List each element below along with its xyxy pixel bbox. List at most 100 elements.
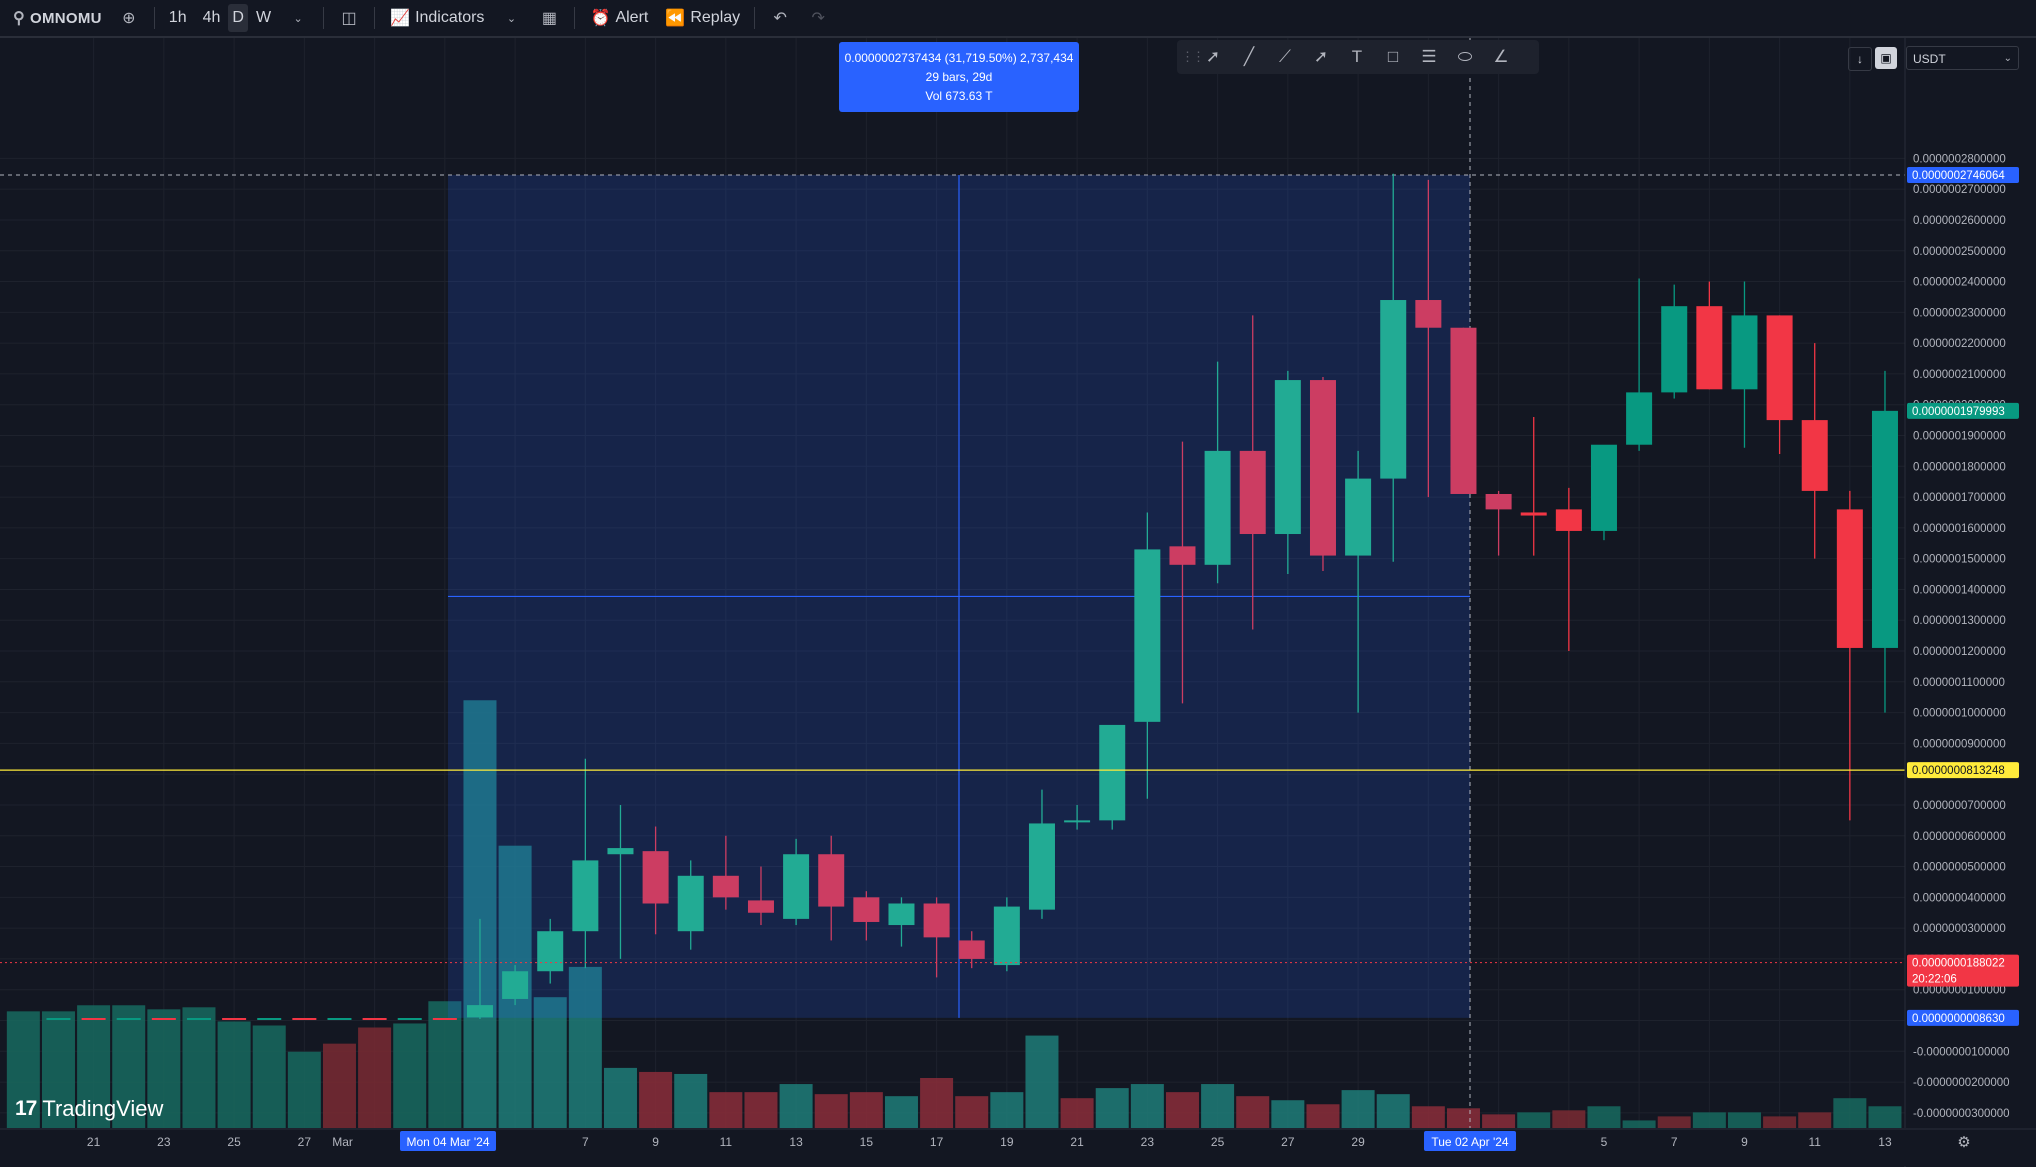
undo-button[interactable]: ↶ bbox=[761, 0, 799, 36]
indicators-label: Indicators bbox=[415, 9, 485, 26]
chevron-down-icon: ⌄ bbox=[293, 12, 303, 25]
time-tick-label: 5 bbox=[1601, 1135, 1608, 1149]
add-circle-icon: ⊕ bbox=[122, 10, 136, 27]
volume-bar bbox=[322, 1043, 356, 1129]
currency-select[interactable]: USDT ⌄ bbox=[1906, 46, 2019, 70]
price-tick-label: 0.0000002200000 bbox=[1913, 338, 2006, 350]
tv-logo-icon: 17 bbox=[15, 1097, 37, 1120]
toolbar-divider bbox=[754, 7, 756, 29]
price-tick-label: 0.0000000700000 bbox=[1913, 800, 2006, 812]
scroll-to-realtime-button[interactable]: ↓ bbox=[1848, 47, 1872, 71]
grid-layout-icon: ▦ bbox=[541, 10, 557, 27]
time-tick-label: 23 bbox=[157, 1135, 171, 1149]
toggle-square-icon: ▣ bbox=[1880, 51, 1892, 65]
candle-body bbox=[1731, 315, 1758, 390]
volume-bar bbox=[1587, 1106, 1621, 1129]
toolbar-divider bbox=[323, 7, 325, 29]
price-tick-label: 0.0000000600000 bbox=[1913, 831, 2006, 843]
volume-bar bbox=[1236, 1096, 1270, 1129]
time-axis[interactable]: 21 23 25 27 Mar 7 9 11 13 15 17 19 21 23 25 27 29 5 7 9 11 13… bbox=[0, 1128, 2036, 1166]
candle-body bbox=[923, 903, 950, 938]
price-tick-label: 0.0000002100000 bbox=[1913, 369, 2006, 381]
interval-4h-button[interactable]: 4h bbox=[195, 0, 229, 36]
interval-w-button[interactable]: W bbox=[248, 0, 279, 36]
tradingview-logo[interactable]: 17 TradingView bbox=[15, 1096, 163, 1122]
price-tick-label: 0.0000002800000 bbox=[1913, 153, 2006, 165]
price-tick-label: 0.0000002400000 bbox=[1913, 277, 2006, 289]
measure-bars-count: 29 bars, 29d bbox=[925, 70, 993, 84]
candle-body bbox=[888, 903, 915, 926]
candle-body bbox=[607, 848, 634, 855]
volume-bar bbox=[1552, 1110, 1586, 1129]
volume-bar bbox=[1517, 1112, 1551, 1129]
price-axis[interactable]: 0.0000002800000 0.0000002700000 0.00000026… bbox=[1904, 38, 2036, 1167]
volume-bar bbox=[1868, 1106, 1902, 1129]
interval-d-button[interactable]: D bbox=[228, 4, 248, 32]
trend-angle-tool-icon[interactable]: ➚ bbox=[1195, 42, 1231, 72]
indicators-chart-icon: 📈 bbox=[390, 10, 411, 27]
rectangle-tool-icon[interactable]: □ bbox=[1375, 42, 1411, 72]
ellipse-tool-icon[interactable]: ⬭ bbox=[1447, 42, 1483, 72]
indicators-button[interactable]: 📈 Indicators bbox=[381, 0, 492, 36]
time-tick-label: 9 bbox=[1741, 1135, 1748, 1149]
replay-button[interactable]: ⏪ Replay bbox=[656, 0, 748, 36]
candle-body bbox=[1450, 327, 1477, 494]
auto-scale-toggle[interactable]: ▣ bbox=[1875, 47, 1897, 69]
candle-body bbox=[993, 906, 1020, 966]
candle-body bbox=[958, 940, 985, 959]
symbol-search-button[interactable]: ⚲ OMNOMU bbox=[0, 0, 110, 36]
candle-body bbox=[1204, 450, 1231, 565]
time-tick-label: 11 bbox=[720, 1135, 733, 1149]
ray-tool-icon[interactable]: ➚ bbox=[1303, 42, 1339, 72]
rewind-icon: ⏪ bbox=[665, 10, 686, 27]
interval-1h-button[interactable]: 1h bbox=[161, 0, 195, 36]
redo-button[interactable]: ↷ bbox=[799, 0, 837, 36]
volume-bar bbox=[1271, 1100, 1305, 1129]
alert-label: Alert bbox=[615, 9, 649, 26]
undo-icon: ↶ bbox=[773, 10, 787, 27]
volume-bar bbox=[1025, 1035, 1059, 1129]
price-tick-label: 0.0000002600000 bbox=[1913, 215, 2006, 227]
chart-type-button[interactable]: ◫ bbox=[330, 0, 368, 36]
trend-line-tool-icon[interactable]: ╱ bbox=[1231, 42, 1267, 72]
text-tool-icon[interactable]: T bbox=[1339, 42, 1375, 72]
price-tick-label: 0.0000000400000 bbox=[1913, 892, 2006, 904]
search-icon: ⚲ bbox=[12, 10, 26, 27]
price-tick-label: -0.0000000100000 bbox=[1913, 1046, 2010, 1058]
volume-bar bbox=[1763, 1116, 1797, 1129]
candle-body bbox=[1520, 512, 1547, 516]
extended-line-tool-icon[interactable]: ⟋ bbox=[1267, 42, 1303, 72]
settings-gear-icon[interactable]: ⚙ bbox=[1957, 1133, 1970, 1151]
candle-body bbox=[1661, 306, 1688, 393]
volume-bar bbox=[1622, 1120, 1656, 1129]
interval-dropdown-button[interactable]: ⌄ bbox=[279, 0, 317, 36]
alert-button[interactable]: ⏰ Alert bbox=[581, 0, 656, 36]
volume-bar bbox=[1306, 1104, 1340, 1129]
price-tick-label: 0.0000002700000 bbox=[1913, 184, 2006, 196]
volume-bar bbox=[1411, 1106, 1445, 1129]
angle-tool-icon[interactable]: ∠ bbox=[1483, 42, 1519, 72]
candle-body bbox=[1169, 546, 1196, 565]
candle-body bbox=[1028, 823, 1055, 910]
candle-body bbox=[1871, 410, 1898, 648]
time-tick-label: 13 bbox=[1878, 1135, 1892, 1149]
parallel-channel-tool-icon[interactable]: ☰ bbox=[1411, 42, 1447, 72]
candle-body bbox=[1836, 509, 1863, 648]
price-tick-label: 0.0000001600000 bbox=[1913, 523, 2006, 535]
indicators-dropdown-button[interactable]: ⌄ bbox=[492, 0, 530, 36]
candle-body bbox=[1696, 306, 1723, 390]
time-tick-label: Mar bbox=[332, 1135, 353, 1149]
drag-handle-icon[interactable]: ⋮⋮ bbox=[1181, 49, 1205, 65]
toolbar-divider bbox=[153, 7, 155, 29]
candle-body bbox=[712, 875, 739, 898]
candle-body bbox=[1380, 300, 1407, 479]
volume-bar bbox=[603, 1067, 637, 1129]
layouts-button[interactable]: ▦ bbox=[530, 0, 568, 36]
price-chart[interactable]: 0.0000002800000 0.0000002700000 0.00000026… bbox=[0, 38, 2036, 1167]
volume-bar bbox=[779, 1084, 813, 1129]
volume-bar bbox=[358, 1027, 392, 1129]
time-tick-label: 21 bbox=[87, 1135, 101, 1149]
tv-wordmark: TradingView bbox=[42, 1096, 164, 1121]
compare-symbol-button[interactable]: ⊕ bbox=[110, 0, 148, 36]
time-tick-label: 9 bbox=[652, 1135, 659, 1149]
